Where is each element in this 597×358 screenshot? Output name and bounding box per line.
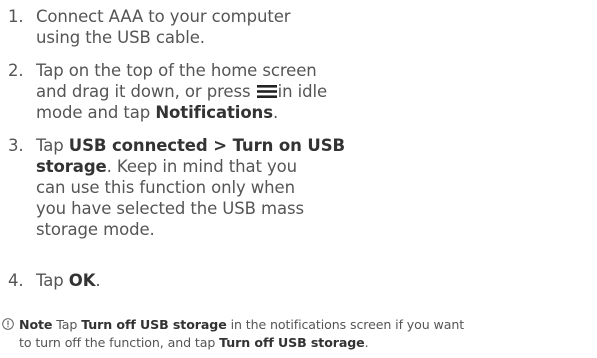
step-line: storage mode. — [36, 220, 155, 239]
step-3: 3. Tap USB connected > Turn on USB stora… — [8, 135, 368, 240]
step-2: 2. Tap on the top of the home screen and… — [8, 60, 368, 123]
step-line: Tap — [36, 271, 64, 290]
step-line: can use this function only when — [36, 178, 295, 197]
step-4: 4. Tap OK. — [8, 270, 368, 291]
storage-label: storage — [36, 157, 107, 176]
note-punct: . — [364, 335, 369, 350]
step-line: Tap on the top of the home screen — [36, 61, 317, 80]
step-line: . Keep in mind that you — [106, 157, 298, 176]
step-text: Tap OK. — [36, 270, 368, 291]
step-line: Tap — [36, 136, 64, 155]
turn-off-usb-storage-label: Turn off USB storage — [81, 317, 227, 332]
step-text: Tap USB connected > Turn on USB storage.… — [36, 135, 368, 240]
note-text: Tap — [56, 317, 78, 332]
turn-off-usb-storage-label: Turn off USB storage — [219, 335, 365, 350]
note-text: to turn off the function, and tap — [19, 335, 216, 350]
note: Note Tap Turn off USB storage in the not… — [2, 316, 592, 352]
step-line: mode and tap — [36, 103, 151, 122]
step-number: 2. — [8, 61, 24, 80]
note-text: in the notifications screen if you want — [230, 317, 465, 332]
step-number: 4. — [8, 271, 24, 290]
usb-connected-label: USB connected > Turn on USB — [68, 136, 345, 155]
step-text: Connect AAA to your computer using the U… — [36, 6, 368, 48]
note-label: Note — [19, 317, 53, 332]
step-punct: . — [272, 103, 279, 122]
step-number: 1. — [8, 7, 24, 26]
step-line: and drag it down, or press — [36, 82, 251, 101]
menu-key-icon — [256, 85, 277, 98]
step-line: using the USB cable. — [36, 28, 205, 47]
step-line: in idle — [277, 82, 327, 101]
step-1: 1. Connect AAA to your computer using th… — [8, 6, 368, 48]
document-page: 1. Connect AAA to your computer using th… — [0, 0, 597, 358]
note-line-2: to turn off the function, and tap Turn o… — [2, 334, 592, 352]
step-punct: . — [95, 271, 101, 290]
info-circle-icon — [2, 318, 14, 330]
notifications-label: Notifications — [155, 103, 273, 122]
step-number: 3. — [8, 136, 24, 155]
step-line: Connect AAA to your computer — [36, 7, 291, 26]
step-line: you have selected the USB mass — [36, 199, 305, 218]
step-text: Tap on the top of the home screen and dr… — [36, 60, 368, 123]
ok-label: OK — [68, 271, 96, 290]
